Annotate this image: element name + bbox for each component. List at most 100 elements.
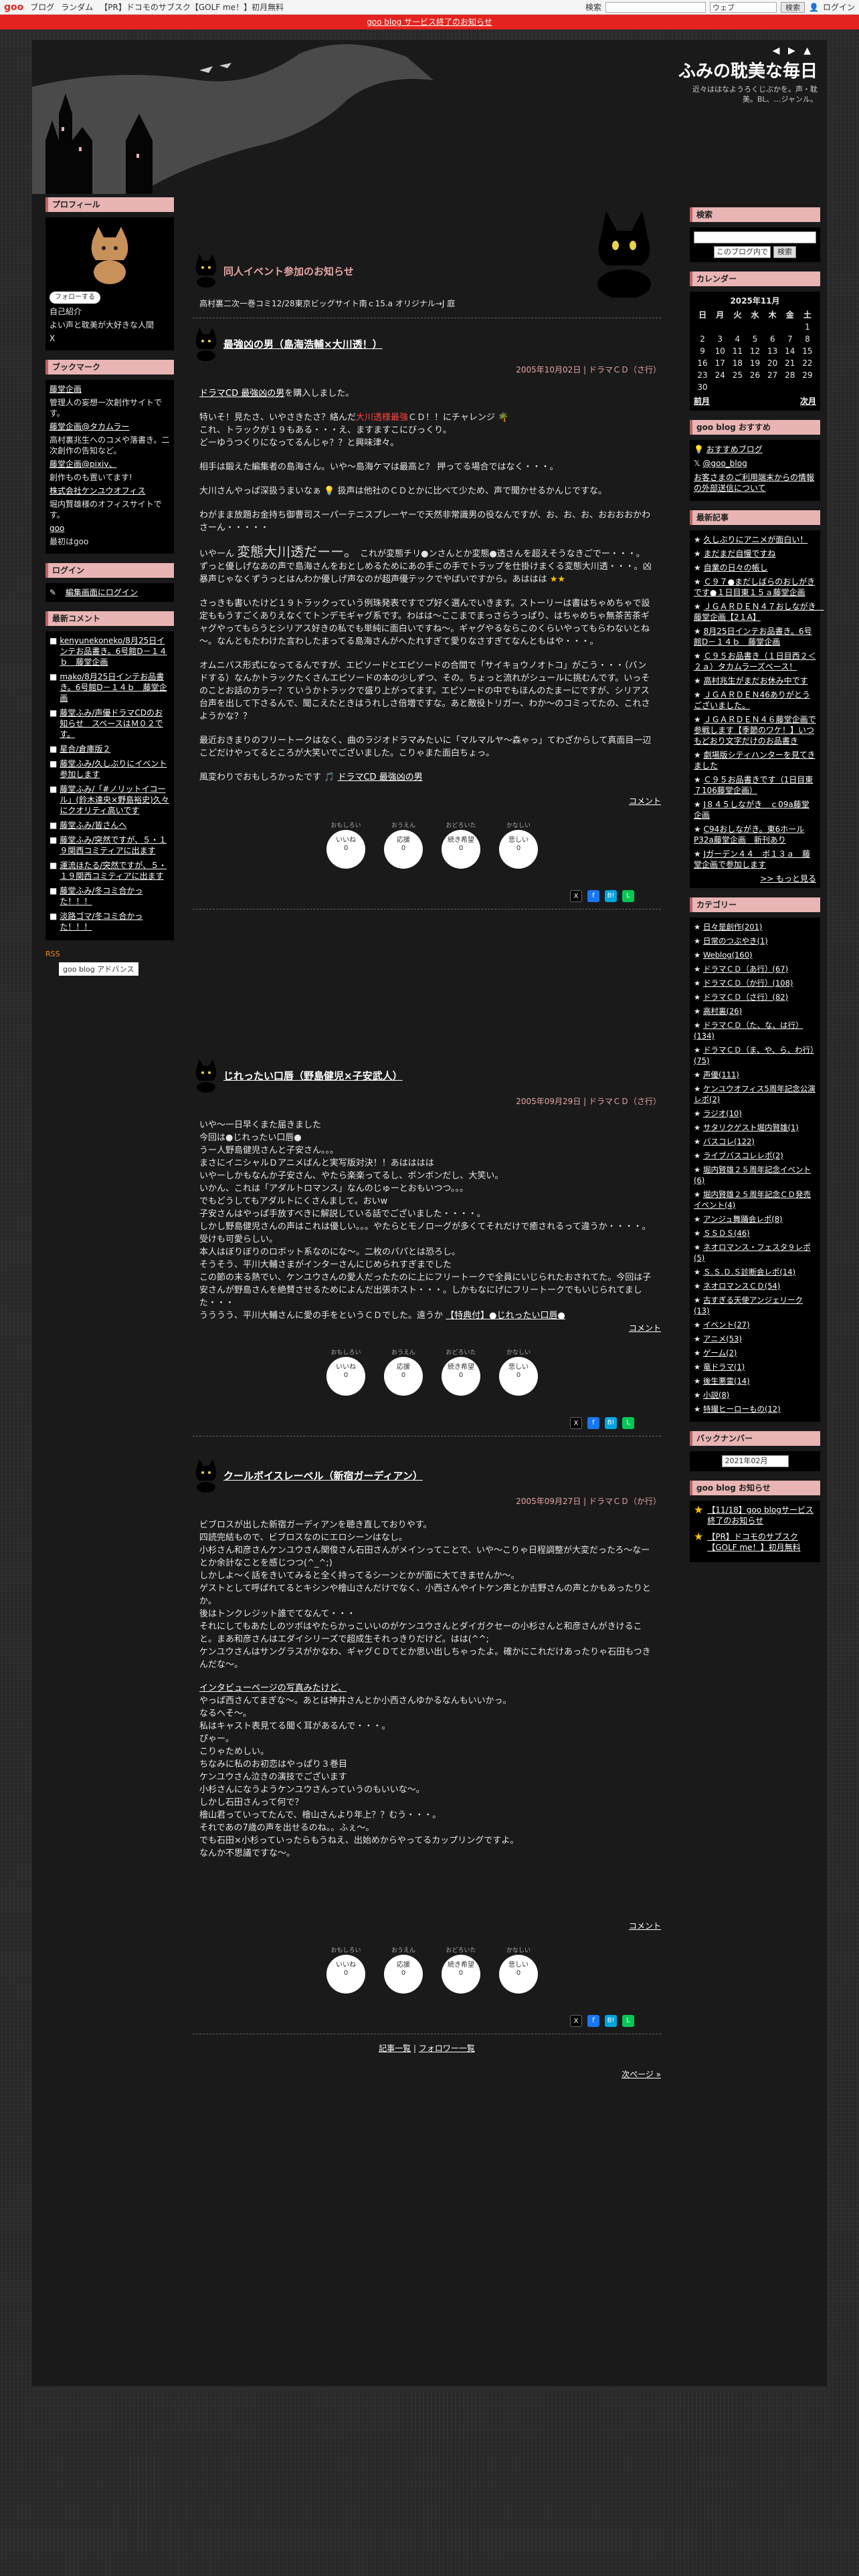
entry-meta[interactable]: 2005年10月02日 | ドラマＣＤ（さ行） xyxy=(193,364,661,375)
category-link[interactable]: サタリクゲスト堀内賢雄(1) xyxy=(703,1123,799,1132)
category-link[interactable]: Ｓ.Ｓ.Ｄ.Ｓ診断会レポ(14) xyxy=(703,1267,795,1277)
category-link[interactable]: アンジュ舞踊会レポ(8) xyxy=(703,1214,783,1224)
category-link[interactable]: ドラマＣＤ（か行）(108) xyxy=(703,978,793,988)
recent-more-link[interactable]: >> もっと見る xyxy=(760,874,816,883)
recent-entry-link[interactable]: Ｃ９５お品書き（１日目西２＜２ａ）タカムラーズベース！ xyxy=(694,651,816,671)
recent-entry-link[interactable]: Jガーデン４４ ボ１３ａ 藤堂企画で参加します xyxy=(694,849,810,869)
recent-entry-link[interactable]: J８４５しながき ｃ09a藤堂企画 xyxy=(694,800,809,820)
category-link[interactable]: ライブバスコレレポ(2) xyxy=(703,1151,783,1160)
facebook-share-icon[interactable]: f xyxy=(587,890,599,902)
comment-link[interactable]: 星合/倉庫版２ xyxy=(60,744,110,754)
category-link[interactable]: ケンユウオフィス5周年記念公演レポ(2) xyxy=(694,1084,816,1104)
reaction-like-button[interactable]: おもしろい いいね 0 xyxy=(326,823,365,869)
comment-link[interactable]: 淡路ゴマ/冬コミ合かった！！！ xyxy=(60,911,170,932)
comment-link[interactable]: 藤堂ふみ/突然ですが、５・１９関西コミティアに出ます xyxy=(60,835,170,856)
entry-title[interactable]: じれったい口唇（野島健児×子安武人） xyxy=(223,1069,403,1083)
category-link[interactable]: 声優(111) xyxy=(703,1070,739,1079)
hatena-share-icon[interactable]: B! xyxy=(605,1417,617,1429)
bookmark-link[interactable]: 藤堂企画 xyxy=(50,385,82,394)
login-link[interactable]: ログイン xyxy=(823,1,855,13)
service-notice-link[interactable]: goo blog サービス終了のお知らせ xyxy=(367,17,492,27)
comment-link[interactable]: 運流ほたる/突然ですが、５・１９関西コミティアに出ます xyxy=(60,860,170,881)
blog-search-button[interactable]: 検索 xyxy=(773,246,796,258)
follow-button[interactable]: フォローする xyxy=(50,292,100,304)
category-link[interactable]: 堀内賢雄２５周年記念ＣＤ発売イベント(4) xyxy=(694,1190,811,1210)
entry-title[interactable]: クールボイスレーベル（新宿ガーディアン） xyxy=(223,1469,423,1483)
x-icon[interactable]: X xyxy=(50,333,170,344)
comment-link[interactable]: 藤堂ふみ/久しぶりにイベント参加します xyxy=(60,758,170,780)
bookmark-link[interactable]: 藤堂企画@pixiv、 xyxy=(50,459,117,469)
x-share-icon[interactable]: X xyxy=(570,1417,582,1429)
reaction-sad-button[interactable]: かなしい 悲しい 0 xyxy=(499,1947,538,1994)
category-link[interactable]: 日常のつぶやき(1) xyxy=(703,936,768,946)
comment-link[interactable]: kenyunekoneko/8月25日インテお品書き。6号館D－１４ｂ 藤堂企画 xyxy=(60,635,170,667)
reaction-more-button[interactable]: おどろいた 続き希望 0 xyxy=(442,1947,480,1994)
line-share-icon[interactable]: L xyxy=(622,890,634,902)
recommend-blog-link[interactable]: おすすめブログ xyxy=(706,445,763,454)
category-link[interactable]: ネオロマンス・フェスタ９レポ(5) xyxy=(694,1243,811,1263)
recent-entry-link[interactable]: Ｃ９７●まだしばらのおしがきです●１日目東１５ａ藤堂企画 xyxy=(694,577,815,597)
category-link[interactable]: 古すぎる天使アンジェリーク(13) xyxy=(694,1295,803,1315)
category-link[interactable]: ドラマＣＤ（あ行）(67) xyxy=(703,964,788,974)
search-scope-select[interactable]: ウェブ xyxy=(710,1,777,13)
recent-entry-link[interactable]: 久しぶりにアニメが面白い！ xyxy=(704,535,808,544)
goo-notice-link[interactable]: 【11/18】goo blogサービス終了のお知らせ xyxy=(707,1505,816,1526)
recent-entry-link[interactable]: 高村兆生がまだお休み中です xyxy=(704,676,808,685)
category-link[interactable]: バスコレ(122) xyxy=(703,1137,755,1146)
reaction-like-button[interactable]: おもしろい いいね 0 xyxy=(326,1350,365,1396)
entry-title[interactable]: 最強凶の男（島海浩輔×大川透！） xyxy=(223,337,383,351)
comment-link[interactable]: コメント xyxy=(629,1322,661,1333)
category-link[interactable]: イベント(27) xyxy=(703,1320,750,1329)
reaction-more-button[interactable]: おどろいた 続き希望 0 xyxy=(442,823,480,869)
recent-entry-link[interactable]: ＪＧＡＲＤＥＮ４７おしながき 藤堂企画【2１A】 xyxy=(694,602,824,622)
comment-link[interactable]: コメント xyxy=(629,1920,661,1931)
entry-link[interactable]: ドラマCD 最強凶の男 xyxy=(199,389,284,399)
backnumber-select[interactable]: 2021年02月 xyxy=(721,1455,789,1467)
category-link[interactable]: 日々是創作(201) xyxy=(703,922,762,932)
recent-entry-link[interactable]: 劇場版シティハンターを見てきました xyxy=(694,750,816,770)
goo-notice-link[interactable]: 【PR】ドコモのサブスク【GOLF me！】初月無料 xyxy=(707,1531,816,1553)
reaction-sad-button[interactable]: かなしい 悲しい 0 xyxy=(499,1350,538,1396)
recent-entry-link[interactable]: ＪＧＡＲＤＥＮ46ありがとうございました。 xyxy=(694,690,810,710)
hatena-share-icon[interactable]: B! xyxy=(605,890,617,902)
reaction-like-button[interactable]: おもしろい いいね 0 xyxy=(326,1947,365,1994)
entry-link[interactable]: インタビューページの写真みたけど、 xyxy=(199,1683,347,1693)
calendar-prev-link[interactable]: 前月 xyxy=(694,396,710,407)
external-info-link[interactable]: お客さまのご利用端末からの情報の外部送信について xyxy=(694,473,814,493)
category-link[interactable]: ゲーム(2) xyxy=(703,1348,737,1358)
site-title[interactable]: ふみの耽美な毎日 xyxy=(678,58,818,82)
page-nav-arrows[interactable]: ◀ ▶ ▲ xyxy=(773,45,814,56)
reaction-sad-button[interactable]: かなしい 悲しい 0 xyxy=(499,823,538,869)
recent-entry-link[interactable]: まだまだ自慢ですね xyxy=(704,549,776,558)
entry-meta[interactable]: 2005年09月29日 | ドラマＣＤ（さ行） xyxy=(193,1095,661,1107)
calendar-next-link[interactable]: 次月 xyxy=(800,396,816,407)
category-link[interactable]: アニメ(53) xyxy=(703,1334,742,1344)
goo-blog-x-link[interactable]: @goo_blog xyxy=(703,459,747,468)
entry-list-link[interactable]: 記事一覧 xyxy=(379,2044,411,2053)
line-share-icon[interactable]: L xyxy=(622,1417,634,1429)
next-page-link[interactable]: 次ページ » xyxy=(622,2070,661,2079)
pinned-title[interactable]: 同人イベント参加のお知らせ xyxy=(223,264,354,278)
reaction-more-button[interactable]: おどろいた 続き希望 0 xyxy=(442,1350,480,1396)
nav-link-random[interactable]: ランダム xyxy=(61,1,93,13)
recent-entry-link[interactable]: 8月25日インテお品書き。6号館D－１４ｂ 藤堂企画 xyxy=(694,627,812,647)
comment-link[interactable]: mako/8月25日インテお品書き。6号館D－１４ｂ 藤堂企画 xyxy=(60,671,170,704)
category-link[interactable]: 堀内賢雄２５周年記念イベント(6) xyxy=(694,1165,811,1185)
comment-link[interactable]: 藤堂ふみ/皆さんへ xyxy=(60,820,126,831)
goo-blog-advance-badge[interactable]: goo blog アドバンス xyxy=(59,962,138,976)
admin-login-link[interactable]: 編集画面にログイン xyxy=(66,588,138,597)
comment-link[interactable]: 藤堂ふみ/声優ドラマCDのお知らせ スペースはＭ０２です。 xyxy=(60,708,170,740)
comment-link[interactable]: 藤堂ふみ/「#ノリットイコール」(鈴木達央×野島裕史)久々にクオリティ高いです xyxy=(60,784,170,816)
blog-search-input[interactable] xyxy=(694,231,816,243)
nav-link-blog[interactable]: ブログ xyxy=(30,1,54,13)
category-link[interactable]: 高村裏(26) xyxy=(703,1006,742,1016)
category-link[interactable]: 後生悪霊(14) xyxy=(703,1376,750,1386)
recent-entry-link[interactable]: 自業の日々の帳し xyxy=(704,563,768,572)
facebook-share-icon[interactable]: f xyxy=(587,2015,599,2027)
nav-link-pr[interactable]: 【PR】ドコモのサブスク【GOLF me！】初月無料 xyxy=(100,1,284,13)
entry-link[interactable]: ドラマCD 最強凶の男 xyxy=(337,772,422,782)
follower-list-link[interactable]: フォロワー一覧 xyxy=(419,2044,475,2053)
reaction-cheer-button[interactable]: おうえん 応援 0 xyxy=(384,1947,423,1994)
category-link[interactable]: 特撮ヒーローもの(12) xyxy=(703,1404,781,1414)
recent-entry-link[interactable]: C94おしながき。東6ホールP32a藤堂企画 新刊あり xyxy=(694,825,804,845)
